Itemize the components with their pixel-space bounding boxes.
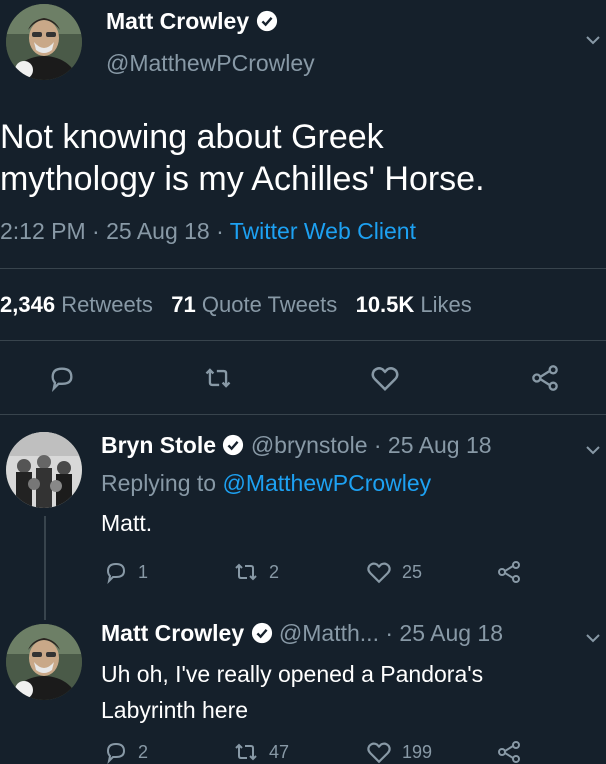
author-name[interactable]: Matt Crowley [106,8,249,34]
verified-badge-icon [223,434,244,456]
likes-count: 10.5K [355,292,415,317]
reply-menu-chevron-icon[interactable] [585,630,601,648]
reply-button[interactable] [48,364,76,392]
like-button[interactable]: 199 [366,740,432,764]
share-icon [498,741,520,763]
retweets-count: 2,346 [0,292,56,317]
reply-header: Matt Crowley @Matth... · 25 Aug 18 [101,620,503,647]
retweet-icon [235,743,257,761]
like-button[interactable]: 25 [366,560,422,584]
retweet-count: 47 [269,741,290,762]
reply-count: 2 [138,741,149,762]
reply-text-line: Uh oh, I've really opened a Pandora's [101,661,484,687]
retweet-button[interactable]: 2 [233,560,279,584]
reply-icon [106,562,126,584]
reply-author-name[interactable]: Matt Crowley [101,620,244,646]
reply-button[interactable]: 1 [104,560,148,584]
avatar[interactable] [6,4,82,80]
likes-label: Likes [420,292,472,317]
reply-meta[interactable]: @Matth... · 25 Aug 18 [279,620,503,646]
replying-to: Replying to @MatthewPCrowley [101,470,431,497]
separator: · [216,218,224,244]
retweet-icon [205,368,231,388]
share-icon [498,561,520,583]
share-button[interactable] [530,364,560,392]
share-icon [532,365,558,391]
tweet-menu-chevron-icon[interactable] [585,32,601,50]
retweets-stat[interactable]: 2,346 Retweets [0,292,159,317]
likes-stat[interactable]: 10.5K Likes [356,292,472,317]
thread-line [44,516,46,620]
like-count: 25 [402,561,423,582]
quote-tweets-count: 71 [171,292,196,317]
author-handle[interactable]: @MatthewPCrowley [106,50,315,77]
reply-text: Matt. [101,510,153,536]
retweet-button[interactable]: 47 [233,740,289,764]
avatar-image [6,432,82,508]
reply-header: Bryn Stole @brynstole · 25 Aug 18 [101,432,492,459]
reply-text: Uh oh, I've really opened a Pandora's La… [101,656,483,728]
retweet-button[interactable] [203,364,233,392]
avatar[interactable] [6,624,82,700]
separator: · [92,218,100,244]
divider [0,268,606,269]
reply-author-name[interactable]: Bryn Stole [101,432,216,458]
replying-to-handle[interactable]: @MatthewPCrowley [222,470,431,496]
verified-badge-icon [256,10,277,32]
reply-menu-chevron-icon[interactable] [585,442,601,460]
avatar[interactable] [6,432,82,508]
reply-button[interactable]: 2 [104,740,148,764]
retweet-icon [235,563,257,581]
verified-badge-icon [251,622,272,644]
like-button[interactable] [370,364,400,392]
retweet-count: 2 [269,561,280,582]
tweet-time[interactable]: 2:12 PM [0,218,86,244]
reply-icon [106,742,126,764]
reply-meta[interactable]: @brynstole · 25 Aug 18 [251,432,492,458]
divider [0,340,606,341]
tweet-stats: 2,346 Retweets 71 Quote Tweets 10.5K Lik… [0,292,472,318]
avatar-image [6,624,82,700]
like-count: 199 [402,741,433,762]
avatar-image [6,4,82,80]
tweet-date[interactable]: 25 Aug 18 [106,218,210,244]
tweet-text-line: mythology is my Achilles' Horse. [0,160,485,198]
reply-count: 1 [138,561,149,582]
share-button[interactable] [496,740,522,764]
tweet-text: Not knowing about Greek mythology is my … [0,116,485,200]
reply-icon [51,367,73,392]
replying-to-label: Replying to [101,470,217,496]
share-button[interactable] [496,560,522,584]
divider [0,414,606,415]
heart-icon [367,742,391,764]
retweets-label: Retweets [61,292,153,317]
tweet-text-line: Not knowing about Greek [0,118,384,156]
reply-text-line: Labyrinth here [101,697,249,723]
tweet-meta: 2:12 PM · 25 Aug 18 · Twitter Web Client [0,218,416,245]
author-name-row: Matt Crowley [106,8,278,35]
quote-tweets-stat[interactable]: 71 Quote Tweets [171,292,343,317]
tweet-client-link[interactable]: Twitter Web Client [230,218,416,244]
heart-icon [371,367,399,392]
heart-icon [367,562,391,584]
quote-tweets-label: Quote Tweets [201,292,338,317]
